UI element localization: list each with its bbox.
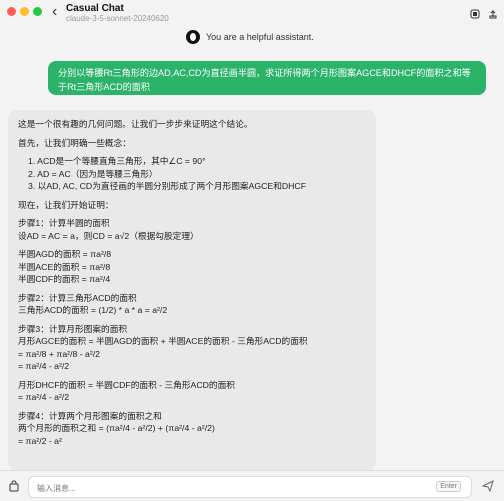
assistant-line: 现在，让我们开始证明：	[18, 199, 114, 210]
enter-hint: Enter	[436, 481, 461, 492]
assistant-line: 设AD = AC = a，则CD = a√2（根据勾股定理）	[18, 230, 199, 241]
list-item: 1. ACD是一个等腰直角三角形，其中∠C = 90°	[28, 156, 206, 166]
assistant-line: 步骤3：计算月形图案的面积	[18, 323, 128, 334]
user-message: 分别以等腰Rt三角形的边AD,AC,CD为直径画半圆，求证所得两个月形图案AGC…	[48, 61, 486, 95]
shopping-bag-icon[interactable]	[8, 479, 20, 492]
assistant-line: 半圆CDF的面积 = πa²/4	[18, 274, 111, 284]
assistant-line: 步骤2：计算三角形ACD的面积	[18, 292, 137, 303]
assistant-line: = πa²/2 - a²	[18, 435, 62, 446]
send-icon[interactable]	[481, 479, 494, 493]
composer-bar: Enter	[0, 470, 504, 501]
assistant-line: 这是一个很有趣的几何问题。让我们一步步来证明这个结论。	[18, 119, 253, 129]
assistant-line: 首先，让我们明确一些概念：	[18, 137, 131, 148]
system-prompt[interactable]: You are a helpful assistant.	[186, 30, 314, 44]
concept-list: 1. ACD是一个等腰直角三角形，其中∠C = 90° 2. AD = AC（因…	[18, 155, 366, 193]
robot-icon	[186, 30, 200, 44]
model-name: claude-3-5-sonnet-20240620	[66, 14, 169, 23]
assistant-line: = πa²/4 - a²/2	[18, 392, 70, 402]
zoom-window-button[interactable]	[33, 7, 42, 16]
minimize-window-button[interactable]	[20, 7, 29, 16]
assistant-line: 半圆ACE的面积 = πa²/8	[18, 261, 111, 272]
chat-title: Casual Chat	[66, 3, 124, 14]
assistant-line: = πa²/4 - a²/2	[18, 361, 70, 371]
chat-window: ‹ Casual Chat claude-3-5-sonnet-20240620…	[0, 0, 504, 501]
assistant-line: 半圆AGD的面积 = πa²/8	[18, 249, 112, 259]
back-icon[interactable]: ‹	[52, 2, 57, 22]
message-input[interactable]	[35, 479, 429, 497]
assistant-line: 月形DHCF的面积 = 半圆CDF的面积 - 三角形ACD的面积	[18, 379, 235, 390]
assistant-line: 两个月形的面积之和 = (πa²/4 - a²/2) + (πa²/4 - a²…	[18, 423, 215, 433]
list-item: 3. 以AD, AC, CD为直径画的半圆分别形成了两个月形图案AGCE和DHC…	[28, 181, 307, 191]
system-prompt-text: You are a helpful assistant.	[206, 32, 314, 42]
title-actions	[470, 6, 498, 19]
assistant-line: 月形AGCE的面积 = 半圆AGD的面积 + 半圆ACE的面积 - 三角形ACD…	[18, 336, 308, 346]
brush-icon[interactable]	[470, 6, 480, 19]
assistant-line: 步骤4：计算两个月形图案的面积之和	[18, 410, 162, 421]
share-icon[interactable]	[488, 6, 498, 19]
assistant-line: 三角形ACD的面积 = (1/2) * a * a = a²/2	[18, 305, 168, 315]
message-input-container[interactable]: Enter	[28, 476, 472, 498]
assistant-line: = πa²/8 + πa²/8 - a²/2	[18, 348, 101, 359]
assistant-message: 这是一个很有趣的几何问题。让我们一步步来证明这个结论。 首先，让我们明确一些概念…	[8, 110, 376, 470]
title-bar: ‹ Casual Chat claude-3-5-sonnet-20240620	[0, 0, 504, 26]
assistant-line: 步骤1：计算半圆的面积	[18, 218, 110, 228]
close-window-button[interactable]	[7, 7, 16, 16]
list-item: 2. AD = AC（因为是等腰三角形）	[28, 168, 158, 179]
